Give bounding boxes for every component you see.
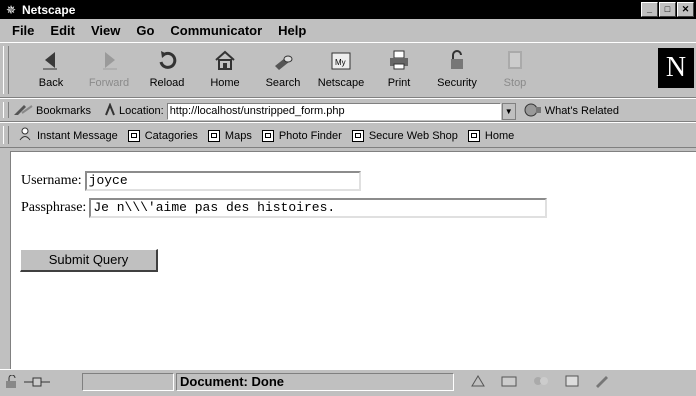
bookmarks-button[interactable]: Bookmarks [12, 103, 91, 120]
print-label: Print [387, 77, 411, 89]
secure-web-shop-button[interactable]: Secure Web Shop [351, 129, 458, 142]
menu-view[interactable]: View [83, 23, 128, 38]
discussion-groups-icon[interactable] [532, 374, 550, 391]
back-button[interactable]: Back [22, 47, 80, 89]
bookmark-page-icon [351, 129, 364, 142]
forward-label: Forward [88, 77, 130, 89]
printer-icon [387, 47, 411, 73]
home-label: Home [210, 77, 240, 89]
passphrase-label: Passphrase: [21, 200, 87, 215]
catagories-label: Catagories [144, 129, 198, 142]
svg-text:My: My [335, 58, 346, 67]
menu-edit[interactable]: Edit [42, 23, 83, 38]
forward-arrow-icon [97, 47, 121, 73]
photo-finder-button[interactable]: Photo Finder [261, 129, 342, 142]
menu-help[interactable]: Help [270, 23, 314, 38]
home-button[interactable]: Home [196, 47, 254, 89]
location-toolbar: Bookmarks Location: http://localhost/uns… [0, 98, 696, 122]
title-bar: ✵ Netscape _ □ ✕ [0, 0, 696, 19]
netscape-label: Netscape [317, 77, 365, 89]
bookmark-page-icon [261, 129, 274, 142]
bookmark-page-icon [127, 129, 140, 142]
whats-related-label: What's Related [544, 105, 619, 117]
username-row: Username: joyce [21, 171, 361, 191]
passphrase-row: Passphrase: Je n\\\'aime pas des histoir… [21, 198, 548, 218]
navigator-component-icon[interactable] [470, 374, 486, 391]
instant-message-label: Instant Message [37, 129, 118, 142]
stop-icon [503, 47, 527, 73]
window-title: Netscape [22, 2, 76, 17]
stop-button[interactable]: Stop [486, 47, 544, 89]
reload-icon [155, 47, 179, 73]
forward-button[interactable]: Forward [80, 47, 138, 89]
connection-icon[interactable] [24, 375, 50, 392]
search-button[interactable]: Search [254, 47, 312, 89]
navigation-toolbar: Back Forward Reload Home Search My Netsc… [0, 42, 696, 98]
toolbar-grip[interactable] [3, 46, 9, 94]
security-button[interactable]: Security [428, 47, 486, 89]
menu-bar: File Edit View Go Communicator Help [0, 19, 696, 41]
bookmarks-icon [12, 103, 34, 120]
security-lock-icon[interactable] [4, 374, 20, 392]
personal-home-button[interactable]: Home [467, 129, 515, 142]
maps-button[interactable]: Maps [207, 129, 252, 142]
submit-query-button[interactable]: Submit Query [20, 249, 158, 272]
secure-web-shop-label: Secure Web Shop [368, 129, 458, 142]
reload-button[interactable]: Reload [138, 47, 196, 89]
passphrase-input[interactable]: Je n\\\'aime pas des histoires. [89, 198, 548, 218]
whats-related-icon [524, 102, 542, 121]
status-bar: Document: Done [0, 369, 696, 396]
toolbar-grip[interactable] [3, 102, 9, 118]
netscape-window: ✵ Netscape _ □ ✕ File Edit View Go Commu… [0, 0, 696, 395]
home-icon [213, 47, 237, 73]
back-arrow-icon [39, 47, 63, 73]
menu-file[interactable]: File [0, 23, 42, 38]
instant-message-button[interactable]: Instant Message [18, 127, 118, 144]
netscape-logo[interactable]: N [658, 48, 694, 88]
mail-component-icon[interactable] [500, 374, 518, 391]
maximize-button[interactable]: □ [659, 2, 676, 17]
whats-related-button[interactable]: What's Related [524, 102, 619, 121]
my-netscape-icon: My [329, 47, 353, 73]
back-label: Back [38, 77, 64, 89]
page-content: Username: joyce Passphrase: Je n\\\'aime… [10, 151, 696, 370]
bookmarks-label: Bookmarks [36, 105, 92, 117]
netscape-button[interactable]: My Netscape [312, 47, 370, 89]
netscape-app-icon: ✵ [5, 2, 17, 17]
search-label: Search [265, 77, 301, 89]
progress-bar [82, 373, 174, 391]
personal-toolbar: Instant Message Catagories Maps Photo Fi… [0, 122, 696, 148]
location-dropdown-button[interactable]: ▼ [501, 102, 516, 120]
bookmark-page-icon [207, 129, 220, 142]
username-input[interactable]: joyce [84, 171, 361, 191]
location-url-input[interactable]: http://localhost/unstripped_form.php [166, 102, 501, 120]
location-icon[interactable] [103, 101, 117, 120]
padlock-icon [445, 47, 469, 73]
security-label: Security [437, 77, 477, 89]
toolbar-grip[interactable] [3, 126, 9, 144]
composer-icon[interactable] [594, 374, 610, 391]
stop-label: Stop [503, 77, 527, 89]
person-icon [18, 127, 32, 144]
bookmark-page-icon [467, 129, 480, 142]
menu-go[interactable]: Go [128, 23, 162, 38]
personal-home-label: Home [484, 129, 515, 142]
username-label: Username: [21, 173, 82, 188]
photo-finder-label: Photo Finder [278, 129, 342, 142]
minimize-button[interactable]: _ [641, 2, 658, 17]
menu-communicator[interactable]: Communicator [162, 23, 270, 38]
address-book-icon[interactable] [564, 374, 580, 391]
catagories-button[interactable]: Catagories [127, 129, 198, 142]
maps-label: Maps [224, 129, 252, 142]
search-flashlight-icon [271, 47, 295, 73]
close-button[interactable]: ✕ [677, 2, 694, 17]
status-text: Document: Done [176, 373, 454, 391]
location-label: Location: [119, 105, 164, 117]
reload-label: Reload [149, 77, 185, 89]
print-button[interactable]: Print [370, 47, 428, 89]
